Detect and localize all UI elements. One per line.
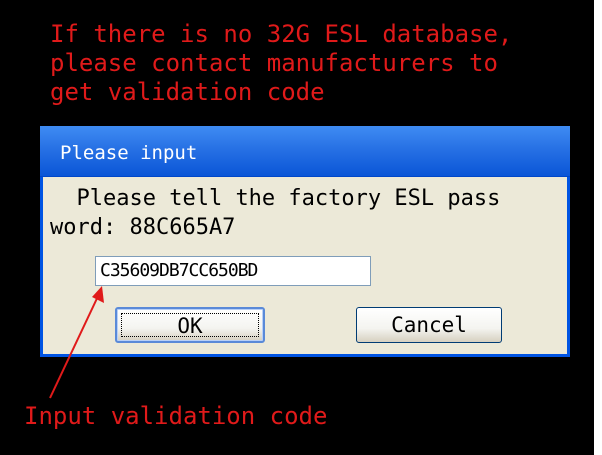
ok-button[interactable]: OK [115,307,265,343]
cancel-button[interactable]: Cancel [356,307,502,343]
input-dialog: Please input Please tell the factory ESL… [40,126,570,357]
dialog-prompt: Please tell the factory ESL pass word: 8… [50,186,501,240]
validation-code-input[interactable]: C35609DB7CC650BD [95,256,371,286]
dialog-titlebar[interactable]: Please input [40,126,570,177]
annotation-label: Input validation code [24,402,328,430]
warning-message: If there is no 32G ESL database, please … [50,20,513,106]
focus-rectangle [121,313,259,337]
cancel-button-label: Cancel [391,313,467,337]
dialog-title: Please input [60,142,198,164]
right-border [594,0,602,455]
screen-background: If there is no 32G ESL database, please … [0,0,602,455]
